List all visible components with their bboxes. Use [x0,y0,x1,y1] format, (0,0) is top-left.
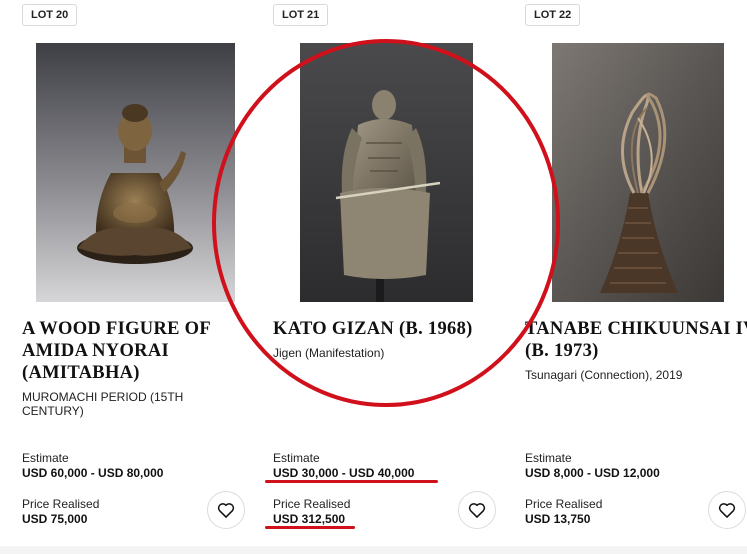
buddha-statue-image[interactable] [36,43,235,302]
favorite-button[interactable] [458,491,496,529]
estimate-label: Estimate [273,451,320,465]
heart-icon [718,503,736,518]
estimate-value: USD 60,000 - USD 80,000 [22,466,164,480]
price-realised-value: USD 312,500 [273,512,346,526]
price-realised-value: USD 75,000 [22,512,88,526]
estimate-underline-annotation [265,480,438,483]
lot-subtitle: Tsunagari (Connection), 2019 [525,368,683,382]
estimate-value: USD 8,000 - USD 12,000 [525,466,660,480]
heart-icon [217,503,235,518]
lot-badge: LOT 22 [525,4,581,26]
realised-underline-annotation [265,526,355,529]
lot-title[interactable]: KATO GIZAN (B. 1968) [273,318,513,340]
favorite-button[interactable] [207,491,245,529]
heart-icon [468,503,486,518]
favorite-button[interactable] [708,491,746,529]
lot-badge: LOT 21 [273,4,329,26]
estimate-label: Estimate [525,451,572,465]
lot-title[interactable]: A WOOD FIGURE OF AMIDA NYORAI (AMITABHA) [22,318,262,384]
price-realised-label: Price Realised [273,497,351,511]
lot-title[interactable]: TANABE CHIKUUNSAI IV (B. 1973) [525,318,747,362]
estimate-value: USD 30,000 - USD 40,000 [273,466,415,480]
lot-subtitle: Jigen (Manifestation) [273,346,385,360]
seated-figure-sculpture-image[interactable] [300,43,473,302]
estimate-label: Estimate [22,451,69,465]
lot-card-21[interactable]: LOT 21 KATO GIZAN (B. 1968) Jigen (Manif… [273,0,503,554]
lot-subtitle: MUROMACHI PERIOD (15TH CENTURY) [22,390,184,418]
price-realised-label: Price Realised [525,497,603,511]
lot-card-22[interactable]: LOT 22 TANABE CHIKUUNSAI IV (B. 1973) Ts… [525,0,747,554]
price-realised-value: USD 13,750 [525,512,591,526]
divider [0,546,747,554]
lot-card-20[interactable]: LOT 20 A WOOD FIGURE OF AMIDA NYORAI (AM… [22,0,252,554]
price-realised-label: Price Realised [22,497,100,511]
lot-badge: LOT 20 [22,4,78,26]
bamboo-basket-image[interactable] [552,43,724,302]
